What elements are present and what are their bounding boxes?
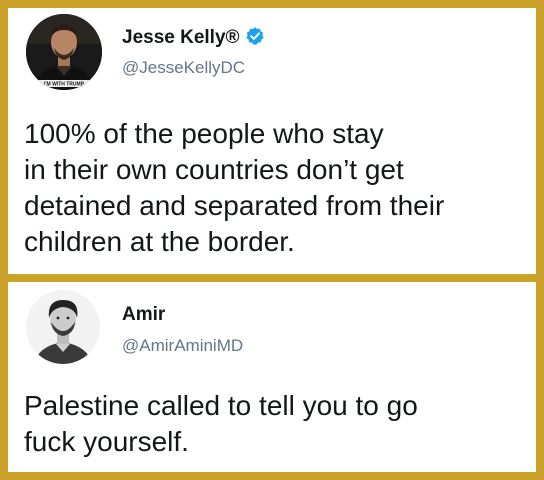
tweet-card-jesse-kelly: I'M WITH TRUMP Jesse Kelly® @JesseKellyD… — [8, 8, 536, 274]
avatar[interactable]: I'M WITH TRUMP — [26, 14, 102, 90]
tweet-text-line: Palestine called to tell you to go — [24, 390, 418, 421]
author-handle[interactable]: @AmirAminiMD — [122, 336, 243, 356]
tweet-text: Palestine called to tell you to go fuck … — [24, 388, 524, 460]
tweet-text-line: fuck yourself. — [24, 426, 189, 457]
tweet-text-line: in their own countries don’t get — [24, 154, 404, 185]
avatar-caption: I'M WITH TRUMP — [44, 82, 85, 88]
author-name-row: Jesse Kelly® — [122, 26, 265, 52]
avatar[interactable] — [26, 290, 100, 364]
author-handle[interactable]: @JesseKellyDC — [122, 58, 245, 78]
profile-photo-icon — [26, 290, 100, 364]
author-name[interactable]: Jesse Kelly® — [122, 27, 240, 48]
tweet-text-line: 100% of the people who stay — [24, 118, 384, 149]
verified-badge-icon — [245, 26, 265, 52]
tweet-text-line: children at the border. — [24, 226, 295, 257]
author-name[interactable]: Amir — [122, 304, 165, 326]
tweet-card-amir: Amir @AmirAminiMD Palestine called to te… — [8, 282, 536, 472]
tweet-text: 100% of the people who stay in their own… — [24, 116, 524, 260]
profile-photo-icon: I'M WITH TRUMP — [26, 14, 102, 90]
tweet-text-line: detained and separated from their — [24, 190, 445, 221]
